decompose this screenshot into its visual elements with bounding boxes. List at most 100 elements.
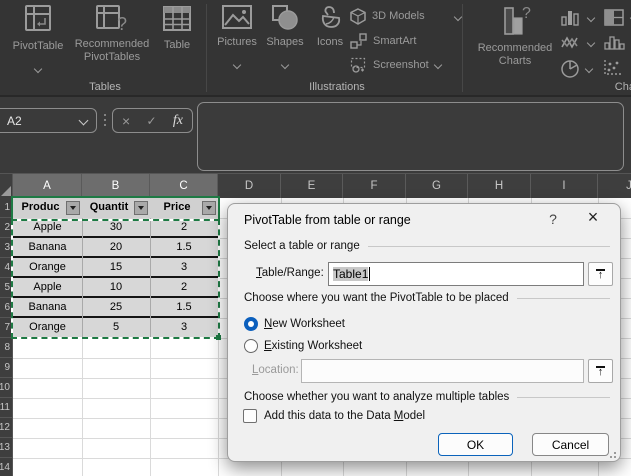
marching-ants-selection xyxy=(11,219,221,340)
recommended-charts-button[interactable]: ? Recommended Charts xyxy=(470,4,560,68)
location-collapse-button[interactable]: ↑ xyxy=(588,359,613,383)
pivottable-dropdown-icon[interactable] xyxy=(33,64,43,74)
screenshot-dropdown-icon[interactable] xyxy=(433,60,442,70)
column-chart-icon xyxy=(560,8,582,27)
formula-input[interactable] xyxy=(197,102,624,171)
column-header-H[interactable]: H xyxy=(468,174,531,199)
selection-handle[interactable] xyxy=(216,335,221,340)
column-header-F[interactable]: F xyxy=(343,174,406,199)
filter-dropdown-button[interactable] xyxy=(134,201,148,215)
location-label: Location: xyxy=(252,364,299,376)
column-chart-dropdown-icon[interactable] xyxy=(586,13,596,22)
name-box[interactable]: A2 xyxy=(0,108,97,133)
shapes-button[interactable]: Shapes xyxy=(262,4,308,73)
icons-button[interactable]: Icons xyxy=(308,4,352,49)
confirm-entry-icon[interactable]: ✓ xyxy=(147,114,157,128)
line-chart-icon xyxy=(560,34,582,51)
insert-line-chart-button[interactable] xyxy=(560,34,596,51)
ok-button[interactable]: OK xyxy=(438,433,513,456)
cell-A1[interactable]: Produc xyxy=(13,198,68,218)
table-button[interactable]: Table xyxy=(152,4,202,52)
column-header-J[interactable]: J xyxy=(598,174,631,199)
table-range-input[interactable]: Table1 xyxy=(328,262,584,286)
select-all-triangle-icon xyxy=(1,186,11,196)
filter-arrow-icon xyxy=(138,206,144,210)
dialog-resize-grip[interactable] xyxy=(610,452,616,458)
column-header-I[interactable]: I xyxy=(531,174,598,199)
cell-B1[interactable]: Quantit xyxy=(82,198,136,218)
pivottable-button[interactable]: PivotTable xyxy=(6,4,70,77)
dialog-help-button[interactable]: ? xyxy=(543,211,563,227)
insert-statistic-chart-button[interactable] xyxy=(603,34,625,51)
group-separator xyxy=(206,4,207,92)
row-header-11[interactable]: 11 xyxy=(0,398,12,418)
screenshot-button[interactable]: Screenshot xyxy=(350,57,442,73)
insert-function-icon[interactable]: fx xyxy=(173,113,183,129)
pictures-icon xyxy=(212,4,262,32)
pivottable-icon xyxy=(6,4,70,34)
recommended-charts-label-2: Charts xyxy=(498,55,532,67)
pictures-dropdown-icon[interactable] xyxy=(232,60,242,70)
section-multiple-tables-label: Choose whether you want to analyze multi… xyxy=(244,391,510,403)
table-range-collapse-button[interactable]: ↑ xyxy=(588,262,613,286)
cancel-button[interactable]: Cancel xyxy=(532,433,609,456)
name-box-dropdown-icon[interactable] xyxy=(78,115,89,126)
row-header-1[interactable]: 1 xyxy=(0,198,12,218)
smartart-button[interactable]: SmartArt xyxy=(350,33,416,49)
new-worksheet-radio[interactable] xyxy=(244,317,258,331)
dialog-title: PivotTable from table or range xyxy=(244,213,411,227)
insert-scatter-chart-button[interactable] xyxy=(603,59,623,77)
smartart-label: SmartArt xyxy=(373,34,417,47)
table-range-value: Table1 xyxy=(333,267,369,281)
filter-dropdown-button[interactable] xyxy=(66,201,80,215)
icons-label: Icons xyxy=(316,36,344,48)
recommended-pivottables-button[interactable]: ? Recommended PivotTables xyxy=(72,4,152,64)
cell-C1[interactable]: Price xyxy=(150,198,204,218)
section-select-range-label: Select a table or range xyxy=(244,240,360,252)
insert-column-chart-button[interactable] xyxy=(560,8,596,27)
collapse-dialog-arrow-icon: ↑ xyxy=(597,268,604,281)
section-divider-line xyxy=(516,297,610,299)
data-model-label[interactable]: Add this data to the Data Model xyxy=(264,410,425,422)
column-header-B[interactable]: B xyxy=(82,174,150,199)
pictures-button[interactable]: Pictures xyxy=(212,4,262,73)
new-worksheet-label[interactable]: New Worksheet xyxy=(264,318,345,330)
tables-group-label: Tables xyxy=(89,81,121,93)
table-header-row: Produc Quantit Price xyxy=(11,196,220,220)
existing-worksheet-radio[interactable] xyxy=(244,339,258,353)
screenshot-label: Screenshot xyxy=(373,58,429,71)
line-chart-dropdown-icon[interactable] xyxy=(586,38,596,47)
shapes-label: Shapes xyxy=(266,36,304,48)
existing-worksheet-label[interactable]: Existing Worksheet xyxy=(264,340,362,352)
column-header-A[interactable]: A xyxy=(13,174,82,199)
column-header-D[interactable]: D xyxy=(218,174,281,199)
select-all-corner[interactable] xyxy=(0,174,13,199)
dialog-close-button[interactable]: × xyxy=(580,207,606,228)
row-header-12[interactable]: 12 xyxy=(0,418,12,438)
3d-models-dropdown-icon[interactable] xyxy=(453,12,462,21)
ribbon: PivotTable ? Recommended PivotTables Tab… xyxy=(0,0,631,95)
icons-icon xyxy=(308,4,352,32)
group-separator xyxy=(462,4,463,92)
column-header-E[interactable]: E xyxy=(281,174,343,199)
column-header-C[interactable]: C xyxy=(150,174,218,199)
pivottable-dialog: PivotTable from table or range ? × Selec… xyxy=(227,203,621,462)
location-input[interactable] xyxy=(301,359,584,383)
row-header-10[interactable]: 10 xyxy=(0,378,12,398)
3d-models-button[interactable]: 3D Models xyxy=(350,8,462,25)
row-header-13[interactable]: 13 xyxy=(0,438,12,458)
filter-dropdown-button[interactable] xyxy=(202,201,216,215)
data-model-checkbox[interactable] xyxy=(243,409,257,423)
row-header-14[interactable]: 14 xyxy=(0,458,12,476)
row-header-9[interactable]: 9 xyxy=(0,358,12,378)
pivottable-label: PivotTable xyxy=(12,40,64,52)
filter-arrow-icon xyxy=(206,206,212,210)
column-header-G[interactable]: G xyxy=(406,174,468,199)
row-header-8[interactable]: 8 xyxy=(0,338,12,358)
pie-chart-dropdown-icon[interactable] xyxy=(584,64,594,74)
shapes-dropdown-icon[interactable] xyxy=(280,60,290,70)
insert-hierarchy-chart-button[interactable] xyxy=(603,8,631,27)
cancel-entry-icon[interactable]: × xyxy=(122,114,130,128)
section-multiple-tables: Choose whether you want to analyze multi… xyxy=(244,391,610,403)
insert-pie-chart-button[interactable] xyxy=(560,59,594,79)
